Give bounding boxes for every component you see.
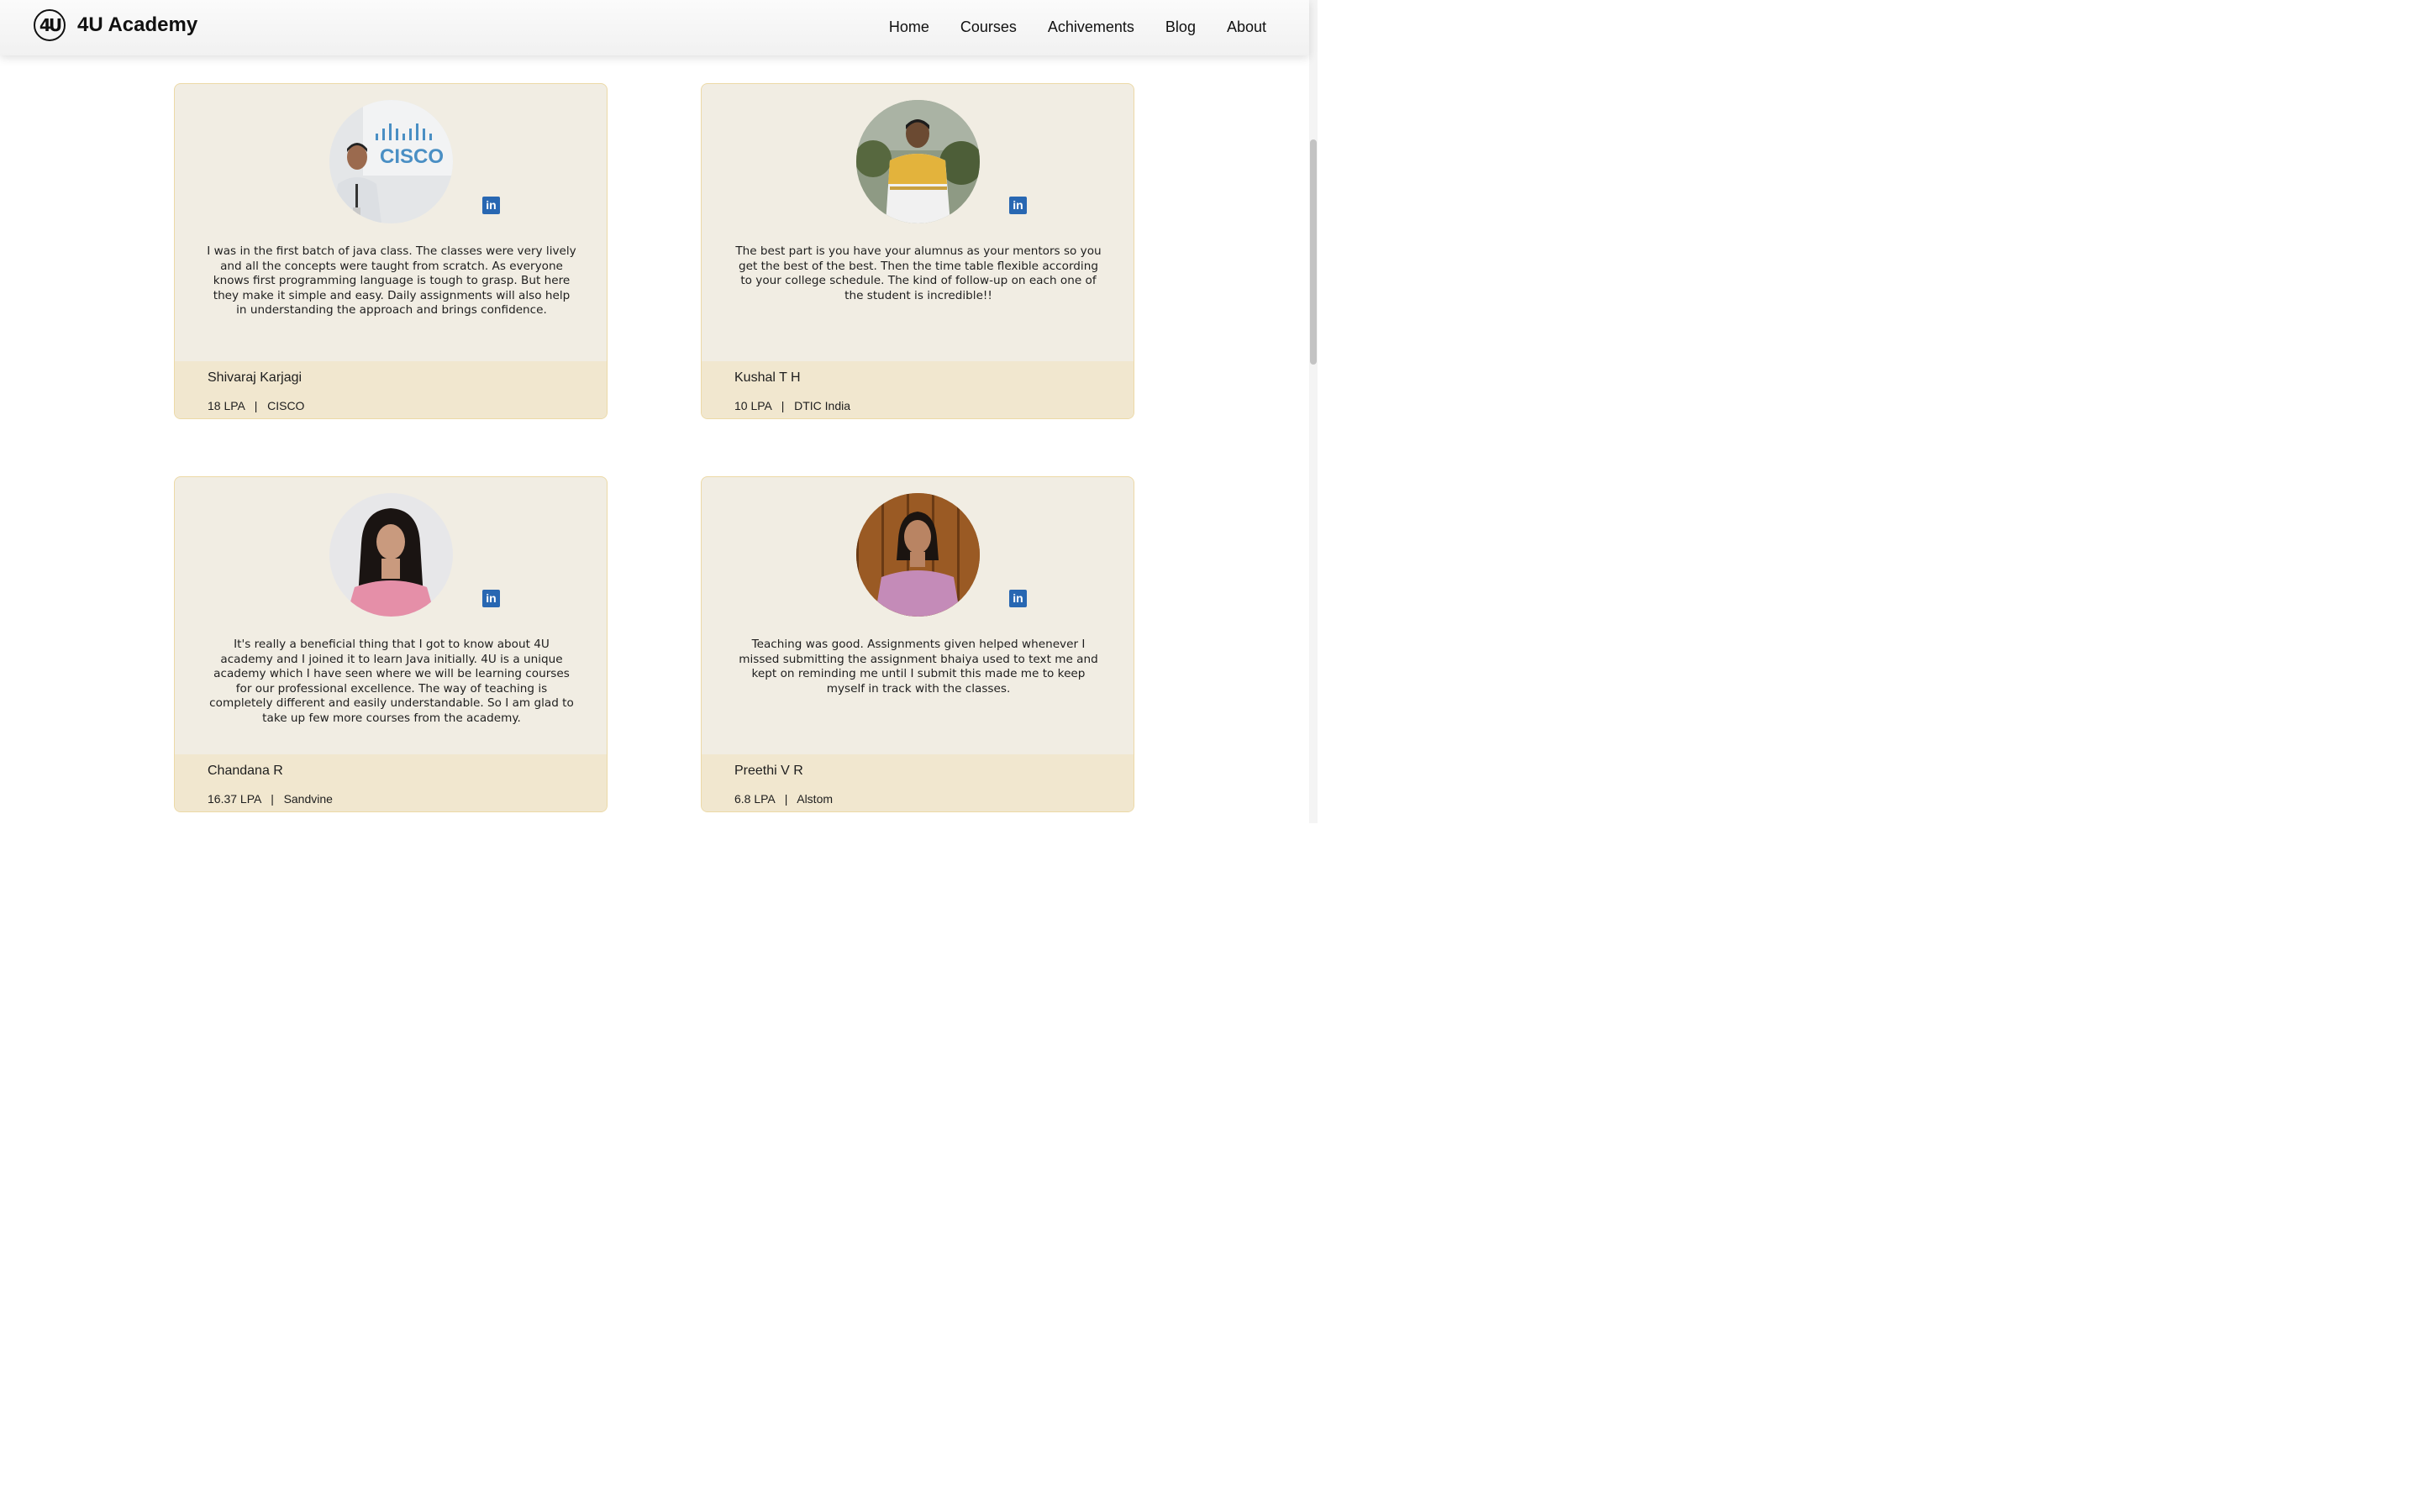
testimonial-quote: Teaching was good. Assignments given hel…: [739, 638, 1098, 696]
nav-achievements[interactable]: Achivements: [1048, 18, 1134, 36]
navbar: 4U 4U Academy Home Courses Achivements B…: [0, 0, 1309, 55]
package: 16.37 LPA: [208, 792, 261, 806]
separator: |: [254, 399, 258, 412]
testimonial-quote: The best part is you have your alumnus a…: [735, 244, 1102, 302]
nav-home[interactable]: Home: [889, 18, 929, 36]
company: CISCO: [267, 399, 305, 412]
card-footer: Shivaraj Karjagi 18 LPA | CISCO: [175, 361, 607, 418]
student-name: Shivaraj Karjagi: [208, 370, 302, 385]
academy-logo-icon: 4U: [34, 9, 66, 41]
placement-info: 10 LPA | DTIC India: [734, 399, 850, 412]
linkedin-icon[interactable]: in: [1009, 590, 1027, 607]
card-footer: Preethi V R 6.8 LPA | Alstom: [702, 754, 1134, 811]
testimonial-card: CISCO in I was in the first batch of jav…: [174, 83, 608, 419]
placement-info: 6.8 LPA | Alstom: [734, 792, 833, 806]
package: 10 LPA: [734, 399, 772, 412]
student-photo: [856, 100, 980, 223]
company: DTIC India: [794, 399, 851, 412]
testimonial-card: in The best part is you have your alumnu…: [701, 83, 1134, 419]
placement-info: 16.37 LPA | Sandvine: [208, 792, 333, 806]
card-footer: Chandana R 16.37 LPA | Sandvine: [175, 754, 607, 811]
nav-links: Home Courses Achivements Blog About: [858, 18, 1266, 36]
student-photo: [329, 493, 453, 617]
company: Sandvine: [283, 792, 333, 806]
scrollbar[interactable]: [1309, 0, 1318, 823]
nav-about[interactable]: About: [1227, 18, 1266, 36]
nav-blog[interactable]: Blog: [1165, 18, 1196, 36]
logo[interactable]: 4U 4U Academy: [34, 9, 197, 41]
linkedin-icon[interactable]: in: [482, 197, 500, 214]
placement-info: 18 LPA | CISCO: [208, 399, 304, 412]
cisco-logo-text: CISCO: [380, 145, 444, 168]
nav-courses[interactable]: Courses: [960, 18, 1017, 36]
linkedin-icon[interactable]: in: [482, 590, 500, 607]
company: Alstom: [797, 792, 834, 806]
separator: |: [271, 792, 274, 806]
student-name: Preethi V R: [734, 764, 803, 778]
card-footer: Kushal T H 10 LPA | DTIC India: [702, 361, 1134, 418]
separator: |: [784, 792, 788, 806]
student-photo: CISCO: [329, 100, 453, 223]
linkedin-icon[interactable]: in: [1009, 197, 1027, 214]
separator: |: [781, 399, 785, 412]
testimonial-card: in It's really a beneficial thing that I…: [174, 476, 608, 812]
brand-name[interactable]: 4U Academy: [77, 13, 197, 37]
package: 18 LPA: [208, 399, 245, 412]
testimonial-quote: It's really a beneficial thing that I go…: [209, 638, 574, 725]
student-name: Chandana R: [208, 764, 283, 778]
package: 6.8 LPA: [734, 792, 776, 806]
scrollbar-thumb[interactable]: [1310, 139, 1317, 365]
testimonial-card: in Teaching was good. Assignments given …: [701, 476, 1134, 812]
student-photo: [856, 493, 980, 617]
student-name: Kushal T H: [734, 370, 801, 385]
testimonial-quote: I was in the first batch of java class. …: [207, 244, 576, 318]
